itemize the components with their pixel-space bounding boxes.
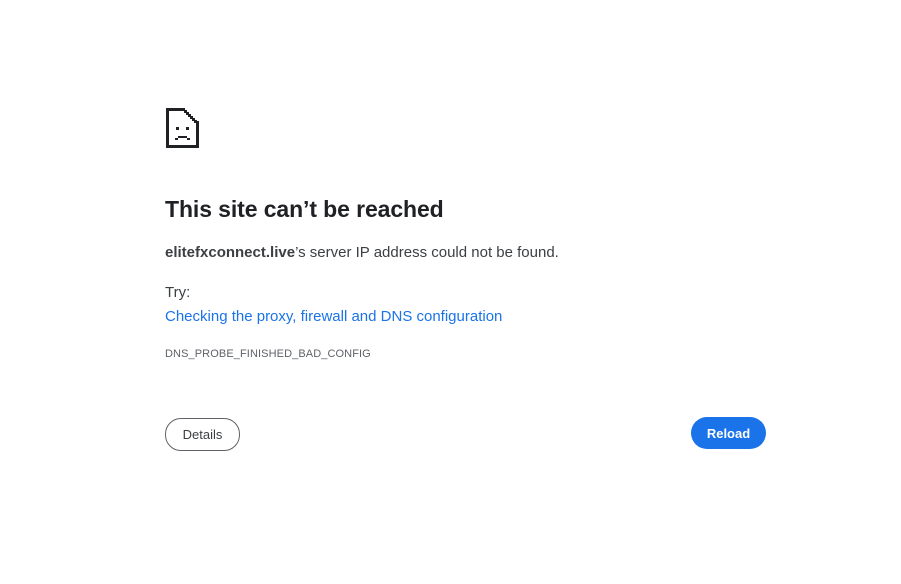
sad-document-icon xyxy=(165,107,201,149)
details-button[interactable]: Details xyxy=(165,418,240,451)
error-summary: elitefxconnect.live’s server IP address … xyxy=(165,244,559,261)
error-message: ’s server IP address could not be found. xyxy=(295,244,559,261)
try-label: Try: xyxy=(165,284,191,301)
reload-button[interactable]: Reload xyxy=(691,417,766,449)
error-host: elitefxconnect.live xyxy=(165,244,296,261)
page-title: This site can’t be reached xyxy=(165,196,444,222)
proxy-firewall-dns-link[interactable]: Checking the proxy, firewall and DNS con… xyxy=(165,308,502,325)
error-code: DNS_PROBE_FINISHED_BAD_CONFIG xyxy=(165,348,371,360)
